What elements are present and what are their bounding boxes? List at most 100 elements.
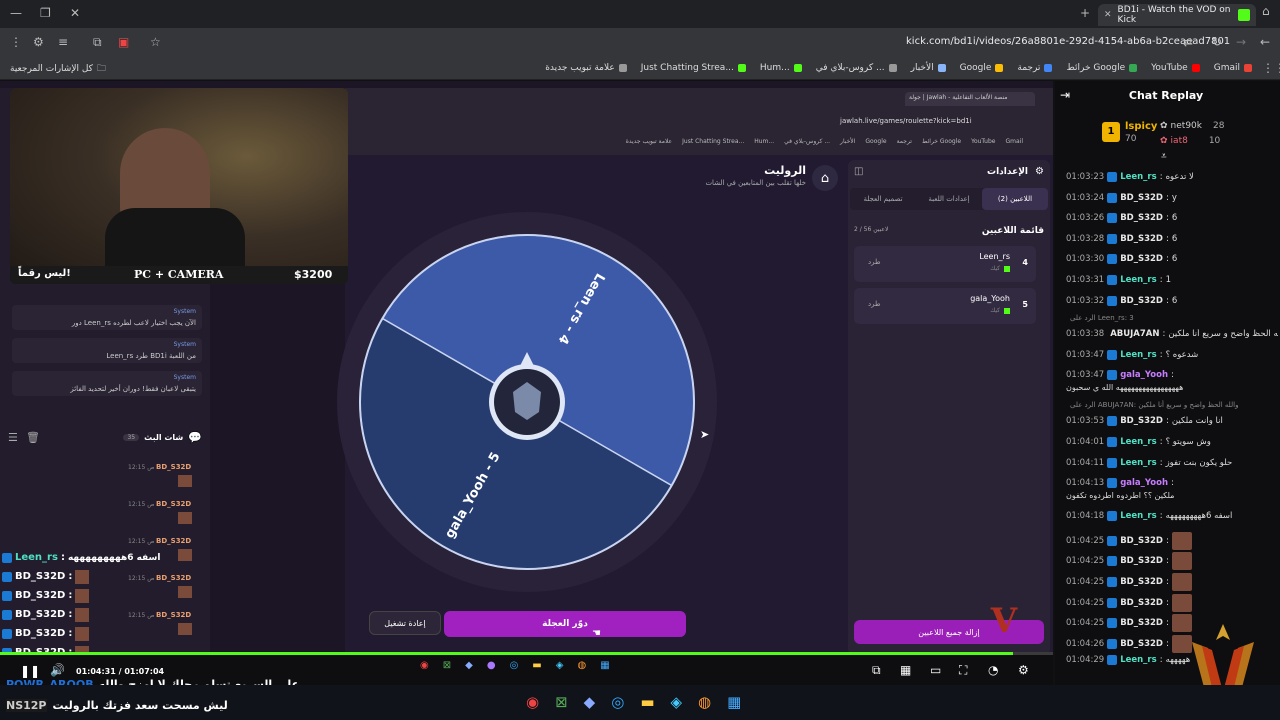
forward-icon[interactable]: → [1236, 35, 1246, 49]
recorder-app-icon[interactable]: ◉ [526, 693, 539, 711]
pause-icon[interactable]: ❚❚ [20, 664, 40, 678]
bookmark-item[interactable]: YouTube [1151, 63, 1200, 73]
chat-username[interactable]: gala_Yooh [1120, 478, 1168, 488]
chat-username[interactable]: BD_S32D [1120, 556, 1163, 566]
bookmark-item[interactable]: Hum... [760, 63, 802, 73]
bookmark-item[interactable]: Google [960, 63, 1004, 73]
bookmarks-bar: كل الإشارات المرجعية 🗀 Gmail YouTube خرائط… [0, 56, 1280, 80]
extension-icon[interactable]: ⚙ [33, 35, 44, 49]
spin-button[interactable]: دوّر العجلة [444, 611, 686, 637]
kick-favicon-icon [1238, 9, 1250, 21]
chat-username[interactable]: Leen_rs [1120, 275, 1157, 285]
media-icon[interactable]: ≡ [58, 35, 68, 49]
menu-dots-icon[interactable]: ⋮ [10, 35, 22, 49]
kick-player-button[interactable]: طرد [868, 300, 881, 308]
chat-username[interactable]: Leen_rs [1120, 511, 1157, 521]
collapse-chat-icon[interactable]: ⇥ [1060, 88, 1070, 102]
bookmark-item[interactable]: الأخبار [911, 63, 946, 73]
trash-icon[interactable]: 🗑 [26, 431, 40, 444]
files-app-icon[interactable]: ▬ [640, 693, 654, 711]
windows-start-icon[interactable]: ▦ [727, 693, 741, 711]
badge-icon [1107, 172, 1118, 182]
settings-tab[interactable]: اللاعبين (2) [982, 188, 1048, 210]
copilot-app-icon[interactable]: ◈ [671, 693, 683, 711]
clip-icon[interactable]: ▦ [900, 663, 911, 677]
chat-username[interactable]: Leen_rs [1120, 458, 1157, 468]
player-platform: كيك [990, 307, 1000, 314]
close-tab-icon[interactable]: ✕ [1104, 10, 1112, 20]
chat-colon: : [1165, 618, 1169, 629]
home-icon[interactable]: ⌂ [1262, 4, 1270, 18]
close-window-icon[interactable]: ✕ [70, 6, 80, 20]
chat-username[interactable]: Leen_rs [1120, 350, 1157, 360]
top-gifter-name: lspicy [1125, 121, 1158, 132]
bookmark-item[interactable]: Gmail [1214, 63, 1252, 73]
speed-icon[interactable]: ◔ [988, 663, 998, 677]
chat-username[interactable]: gala_Yooh [1120, 370, 1168, 380]
chat-username[interactable]: Leen_rs [1120, 437, 1157, 447]
new-tab-button[interactable]: + [1080, 6, 1090, 20]
chat-colon: : [1165, 556, 1169, 567]
chat-username[interactable]: BD_S32D [1120, 416, 1163, 426]
bookmark-item[interactable]: Just Chatting Strea... [641, 63, 746, 73]
share-icon[interactable]: ⧉ [93, 35, 102, 50]
chat-username[interactable]: BD_S32D [1120, 577, 1163, 587]
edge-app-icon[interactable]: ◎ [611, 693, 624, 711]
player-number: 4 [1022, 258, 1028, 267]
chat-username[interactable]: BD_S32D [1120, 618, 1163, 628]
address-bar[interactable]: kick.com/bd1i/videos/26a8801e-292d-4154-… [906, 36, 1230, 47]
chat-username[interactable]: BD_S32D [1120, 213, 1163, 223]
chat-username[interactable]: BD_S32D [1120, 193, 1163, 203]
bookmark-item[interactable]: ترجمة [1017, 63, 1053, 73]
chat-username[interactable]: BD_S32D [1120, 254, 1163, 264]
roulette-wheel[interactable]: Leen_rs - 4gala_Yooh - 5 [335, 210, 720, 595]
apps-grid-icon[interactable]: ⋮⋮ [1262, 61, 1280, 75]
chat-username[interactable]: BD_S32D [1120, 296, 1163, 306]
reply-reference: الرد على ABUJA7AN: والله الحظ واضح و سري… [1070, 401, 1239, 410]
browser-tab-active[interactable]: ✕ BD1i - Watch the VOD on Kick [1098, 4, 1256, 26]
chat-username[interactable]: BD_S32D [1120, 639, 1163, 649]
home-game-icon[interactable]: ⌂ [812, 165, 838, 191]
record-icon[interactable]: ▣ [118, 35, 129, 49]
site-settings-icon[interactable]: ⇄ [1183, 35, 1193, 49]
discord-app-icon[interactable]: ◆ [584, 693, 596, 711]
inner-app-icon: ◈ [555, 660, 564, 671]
back-icon[interactable]: ← [1260, 35, 1270, 49]
reload-icon[interactable]: ↻ [1212, 35, 1222, 49]
minimize-icon[interactable]: — [10, 6, 22, 20]
panel-collapse-icon[interactable]: ◫ [854, 166, 863, 177]
fullscreen-icon[interactable]: ⛶ [959, 663, 967, 678]
maximize-icon[interactable]: ❐ [40, 6, 51, 20]
settings-gear-icon[interactable]: ⚙ [1018, 663, 1029, 677]
emote-image [1171, 593, 1192, 612]
chat-username[interactable]: ABUJA7AN [1110, 329, 1159, 339]
chat-message: 01:03:38 ABUJA7AN: والله الحظ واضح و سريع … [1066, 329, 1278, 339]
kick-badge-icon [1004, 266, 1010, 272]
chrome-app-icon[interactable]: ◍ [698, 693, 711, 711]
badge-icon [1107, 535, 1118, 546]
replay-button[interactable]: إعادة تشغيل [369, 611, 441, 635]
bookmark-star-icon[interactable]: ☆ [150, 35, 161, 49]
volume-icon[interactable]: 🔊 [50, 663, 65, 677]
expand-leaderboard-icon[interactable]: ⩡ [1161, 151, 1167, 162]
theater-mode-icon[interactable]: ▭ [930, 663, 941, 677]
all-bookmarks-folder[interactable]: كل الإشارات المرجعية 🗀 [10, 61, 106, 77]
settings-tab[interactable]: تصميم العجلة [850, 188, 916, 210]
chat-username[interactable]: BD_S32D [1120, 598, 1163, 608]
chat-username[interactable]: BD_S32D [1120, 234, 1163, 244]
bookmark-item[interactable]: علامة تبويب جديدة [545, 63, 627, 73]
kick-player-button[interactable]: طرد [868, 258, 881, 266]
badge-icon [1107, 556, 1118, 567]
pip-icon[interactable]: ⧉ [872, 663, 881, 678]
bookmark-item[interactable]: خرائط Google [1066, 63, 1138, 73]
chat-username[interactable]: Leen_rs [1120, 172, 1157, 182]
bookmark-favicon-icon [995, 64, 1004, 72]
settings-tab[interactable]: إعدادات اللعبة [916, 188, 982, 210]
inner-bookmark-item: Gmail [1005, 138, 1023, 145]
bookmark-item[interactable]: كروس-بلاي في ... [816, 63, 897, 73]
chat-username[interactable]: BD_S32D [1120, 536, 1163, 546]
xbox-app-icon[interactable]: ⊠ [555, 693, 568, 711]
badge-icon [1107, 638, 1118, 649]
chat-username[interactable]: Leen_rs [1120, 655, 1157, 665]
chat-list-icon[interactable]: ☰ [8, 431, 18, 444]
